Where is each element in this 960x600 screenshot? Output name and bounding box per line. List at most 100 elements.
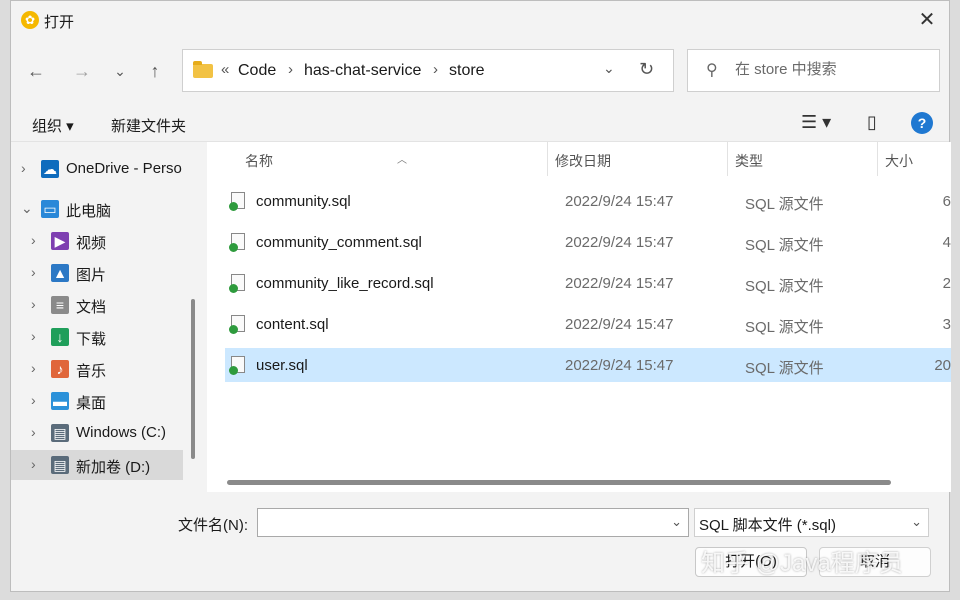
nav-item[interactable]: › ☁ OneDrive - Perso	[11, 154, 183, 184]
breadcrumb-store[interactable]: store	[449, 62, 485, 80]
chevron-right-icon[interactable]: ›	[21, 160, 26, 176]
picture-icon: ▲	[51, 264, 69, 282]
chevron-right-icon[interactable]: ›	[31, 360, 36, 376]
nav-item-label: 文档	[76, 299, 107, 316]
file-name: community_comment.sql	[256, 234, 422, 251]
sql-file-icon	[229, 192, 245, 211]
search-icon: ⚲	[706, 62, 718, 79]
address-bar[interactable]: « Code › has-chat-service › store ⌄ ↻	[182, 49, 674, 92]
view-options-icon[interactable]: ☰ ▾	[801, 112, 831, 133]
breadcrumb-separator[interactable]: ›	[288, 61, 293, 78]
file-name: content.sql	[256, 316, 329, 333]
chevron-down-icon[interactable]: ⌄	[671, 514, 682, 530]
file-date: 2022/9/24 15:47	[565, 275, 674, 292]
sql-file-icon	[229, 233, 245, 252]
dialog-title: 打开	[44, 14, 75, 31]
file-date: 2022/9/24 15:47	[565, 357, 674, 374]
navigation-pane: › ☁ OneDrive - Perso ⌄ ▭ 此电脑 › ▶ 视频 › ▲ 图片 › ≡ 文档 › ↓ 下载 ›…	[11, 142, 184, 492]
filename-combobox[interactable]: ⌄	[257, 508, 689, 537]
chevron-right-icon[interactable]: ›	[31, 296, 36, 312]
nav-item-label: 视频	[76, 235, 107, 252]
search-input[interactable]	[733, 60, 937, 79]
column-header-type[interactable]: 类型	[728, 142, 878, 176]
chevron-right-icon[interactable]: ›	[31, 392, 36, 408]
nav-item[interactable]: › ↓ 下载	[11, 322, 183, 352]
file-row[interactable]: community.sql 2022/9/24 15:47 SQL 源文件 6	[225, 184, 951, 218]
nav-item-label: 音乐	[76, 363, 107, 380]
command-bar: 组织 ▾ 新建文件夹 ☰ ▾ ▯ ?	[11, 105, 949, 142]
nav-item-label: 桌面	[76, 395, 107, 412]
filetype-select[interactable]: SQL 脚本文件 (*.sql) ⌄	[694, 508, 929, 537]
column-header-date[interactable]: 修改日期	[548, 142, 728, 176]
nav-item[interactable]: › ≡ 文档	[11, 290, 183, 320]
chevron-right-icon[interactable]: ›	[31, 456, 36, 472]
column-header-name[interactable]: 名称 ︿	[207, 142, 547, 176]
close-button[interactable]: ✕	[905, 1, 949, 39]
nav-item-label: 下载	[76, 331, 107, 348]
refresh-icon[interactable]: ↻	[639, 59, 654, 80]
chevron-down-icon[interactable]: ⌄	[21, 200, 33, 217]
sql-file-icon	[229, 315, 245, 334]
breadcrumb-overflow[interactable]: «	[221, 61, 229, 78]
chevron-right-icon[interactable]: ›	[31, 232, 36, 248]
file-type: SQL 源文件	[745, 319, 824, 336]
folder-icon	[193, 61, 213, 78]
breadcrumb-code[interactable]: Code	[238, 62, 276, 80]
recent-locations-button[interactable]: ⌄	[105, 56, 135, 86]
nav-item[interactable]: › ♪ 音乐	[11, 354, 183, 384]
forward-button[interactable]: →	[67, 56, 97, 86]
file-row[interactable]: community_like_record.sql 2022/9/24 15:47…	[225, 266, 951, 300]
nav-item-label: 新加卷 (D:)	[76, 459, 151, 476]
nav-item[interactable]: › ▬ 桌面	[11, 386, 183, 416]
nav-item[interactable]: › ▶ 视频	[11, 226, 183, 256]
document-icon: ≡	[51, 296, 69, 314]
column-name-label: 名称	[245, 153, 273, 169]
breadcrumb-has-chat-service[interactable]: has-chat-service	[304, 62, 421, 80]
file-date: 2022/9/24 15:47	[565, 234, 674, 251]
address-history-dropdown[interactable]: ⌄	[603, 60, 615, 77]
filename-input[interactable]	[264, 509, 658, 536]
new-folder-button[interactable]: 新建文件夹	[111, 115, 186, 136]
help-icon[interactable]: ?	[911, 112, 933, 134]
file-row[interactable]: community_comment.sql 2022/9/24 15:47 SQL …	[225, 225, 951, 259]
navigation-scrollbar[interactable]	[191, 299, 195, 459]
file-list: 名称 ︿ 修改日期 类型 大小 community.sql 2022/9/24 1…	[207, 142, 951, 492]
organize-button[interactable]: 组织 ▾	[32, 115, 74, 136]
column-date-label: 修改日期	[555, 153, 611, 169]
file-row[interactable]: content.sql 2022/9/24 15:47 SQL 源文件 3	[225, 307, 951, 341]
file-type: SQL 源文件	[745, 237, 824, 254]
nav-item[interactable]: › ▤ Windows (C:)	[11, 418, 183, 448]
file-row[interactable]: user.sql 2022/9/24 15:47 SQL 源文件 20	[225, 348, 951, 382]
search-box[interactable]: ⚲	[687, 49, 940, 92]
file-size: 6	[942, 193, 951, 210]
download-icon: ↓	[51, 328, 69, 346]
app-icon: ✿	[21, 11, 39, 29]
chevron-down-icon[interactable]: ⌄	[911, 514, 922, 530]
file-size: 2	[942, 275, 951, 292]
nav-item[interactable]: ⌄ ▭ 此电脑	[11, 194, 183, 224]
nav-item[interactable]: › ▤ 新加卷 (D:)	[11, 450, 183, 480]
breadcrumb-separator[interactable]: ›	[433, 61, 438, 78]
file-type: SQL 源文件	[745, 278, 824, 295]
column-size-label: 大小	[885, 153, 913, 169]
chevron-right-icon[interactable]: ›	[31, 424, 36, 440]
cancel-button[interactable]: 取消	[819, 547, 931, 577]
sort-ascending-icon: ︿	[397, 155, 407, 166]
preview-pane-icon[interactable]: ▯	[867, 112, 877, 133]
onedrive-icon: ☁	[41, 160, 59, 178]
chevron-right-icon[interactable]: ›	[31, 264, 36, 280]
title-bar: ✿ 打开 ✕	[11, 1, 949, 39]
column-header-size[interactable]: 大小	[878, 142, 951, 176]
open-button[interactable]: 打开(O)	[695, 547, 807, 577]
video-icon: ▶	[51, 232, 69, 250]
nav-item[interactable]: › ▲ 图片	[11, 258, 183, 288]
file-type: SQL 源文件	[745, 196, 824, 213]
nav-item-label: Windows (C:)	[76, 424, 167, 441]
filetype-value: SQL 脚本文件 (*.sql)	[699, 517, 836, 534]
horizontal-scrollbar[interactable]	[227, 480, 891, 485]
up-button[interactable]: ↑	[140, 56, 170, 86]
back-button[interactable]: ←	[21, 56, 51, 86]
chevron-right-icon[interactable]: ›	[31, 328, 36, 344]
drive-icon: ▤	[51, 456, 69, 474]
file-size: 20	[934, 357, 951, 374]
